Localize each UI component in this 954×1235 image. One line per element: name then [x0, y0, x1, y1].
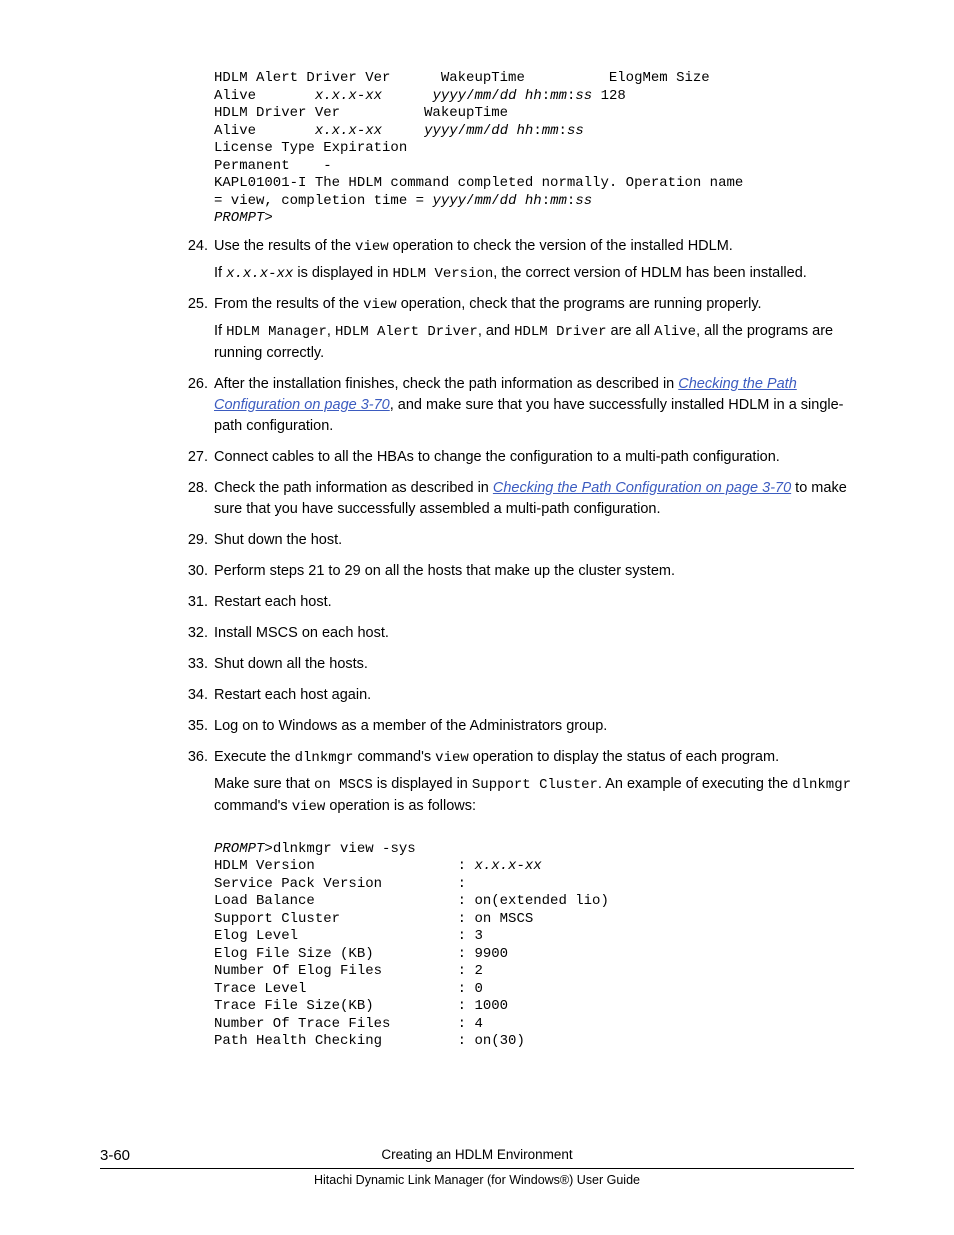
step-34: 34. Restart each host again. [180, 685, 854, 706]
step-number: 27. [180, 447, 208, 468]
step-28: 28. Check the path information as descri… [180, 478, 854, 520]
step-list: 24. Use the results of the view operatio… [180, 236, 854, 817]
page-number: 3-60 [100, 1147, 130, 1164]
step-number: 26. [180, 374, 208, 395]
step-33: 33. Shut down all the hosts. [180, 654, 854, 675]
code-output-2: PROMPT>dlnkmgr view -sys HDLM Version : … [214, 841, 854, 1051]
step-text: Restart each host again. [214, 687, 371, 703]
code-output-1: HDLM Alert Driver Ver WakeupTime ElogMem… [214, 70, 854, 228]
step-text: Perform steps 21 to 29 on all the hosts … [214, 563, 675, 579]
step-32: 32. Install MSCS on each host. [180, 623, 854, 644]
step-36: 36. Execute the dlnkmgr command's view o… [180, 747, 854, 817]
page-footer: 3-60 Creating an HDLM Environment Hitach… [100, 1147, 854, 1187]
step-number: 35. [180, 716, 208, 737]
step-text: Install MSCS on each host. [214, 625, 389, 641]
step-number: 32. [180, 623, 208, 644]
link-checking-path[interactable]: Checking the Path Configuration on page … [493, 480, 791, 496]
step-text: Shut down all the hosts. [214, 656, 368, 672]
step-30: 30. Perform steps 21 to 29 on all the ho… [180, 561, 854, 582]
step-31: 31. Restart each host. [180, 592, 854, 613]
step-number: 34. [180, 685, 208, 706]
step-text: Execute the dlnkmgr command's view opera… [214, 749, 779, 765]
step-text: Connect cables to all the HBAs to change… [214, 449, 780, 465]
page: HDLM Alert Driver Ver WakeupTime ElogMem… [0, 0, 954, 1235]
step-text: After the installation finishes, check t… [214, 376, 844, 434]
step-29: 29. Shut down the host. [180, 530, 854, 551]
step-text: Use the results of the view operation to… [214, 238, 733, 254]
step-number: 30. [180, 561, 208, 582]
step-number: 25. [180, 294, 208, 315]
step-35: 35. Log on to Windows as a member of the… [180, 716, 854, 737]
step-number: 33. [180, 654, 208, 675]
step-number: 28. [180, 478, 208, 499]
step-25: 25. From the results of the view operati… [180, 294, 854, 364]
step-sub: Make sure that on MSCS is displayed in S… [214, 774, 854, 817]
step-text: From the results of the view operation, … [214, 296, 762, 312]
step-sub: If x.x.x-xx is displayed in HDLM Version… [214, 263, 854, 284]
step-24: 24. Use the results of the view operatio… [180, 236, 854, 285]
footer-sub: Hitachi Dynamic Link Manager (for Window… [100, 1173, 854, 1187]
footer-title: Creating an HDLM Environment [100, 1147, 854, 1162]
step-number: 29. [180, 530, 208, 551]
step-number: 24. [180, 236, 208, 257]
step-text: Log on to Windows as a member of the Adm… [214, 718, 607, 734]
step-text: Check the path information as described … [214, 480, 847, 517]
content: HDLM Alert Driver Ver WakeupTime ElogMem… [180, 70, 854, 1051]
step-number: 36. [180, 747, 208, 768]
step-26: 26. After the installation finishes, che… [180, 374, 854, 437]
footer-rule [100, 1168, 854, 1169]
step-text: Restart each host. [214, 594, 332, 610]
step-27: 27. Connect cables to all the HBAs to ch… [180, 447, 854, 468]
step-sub: If HDLM Manager, HDLM Alert Driver, and … [214, 321, 854, 363]
step-text: Shut down the host. [214, 532, 342, 548]
step-number: 31. [180, 592, 208, 613]
